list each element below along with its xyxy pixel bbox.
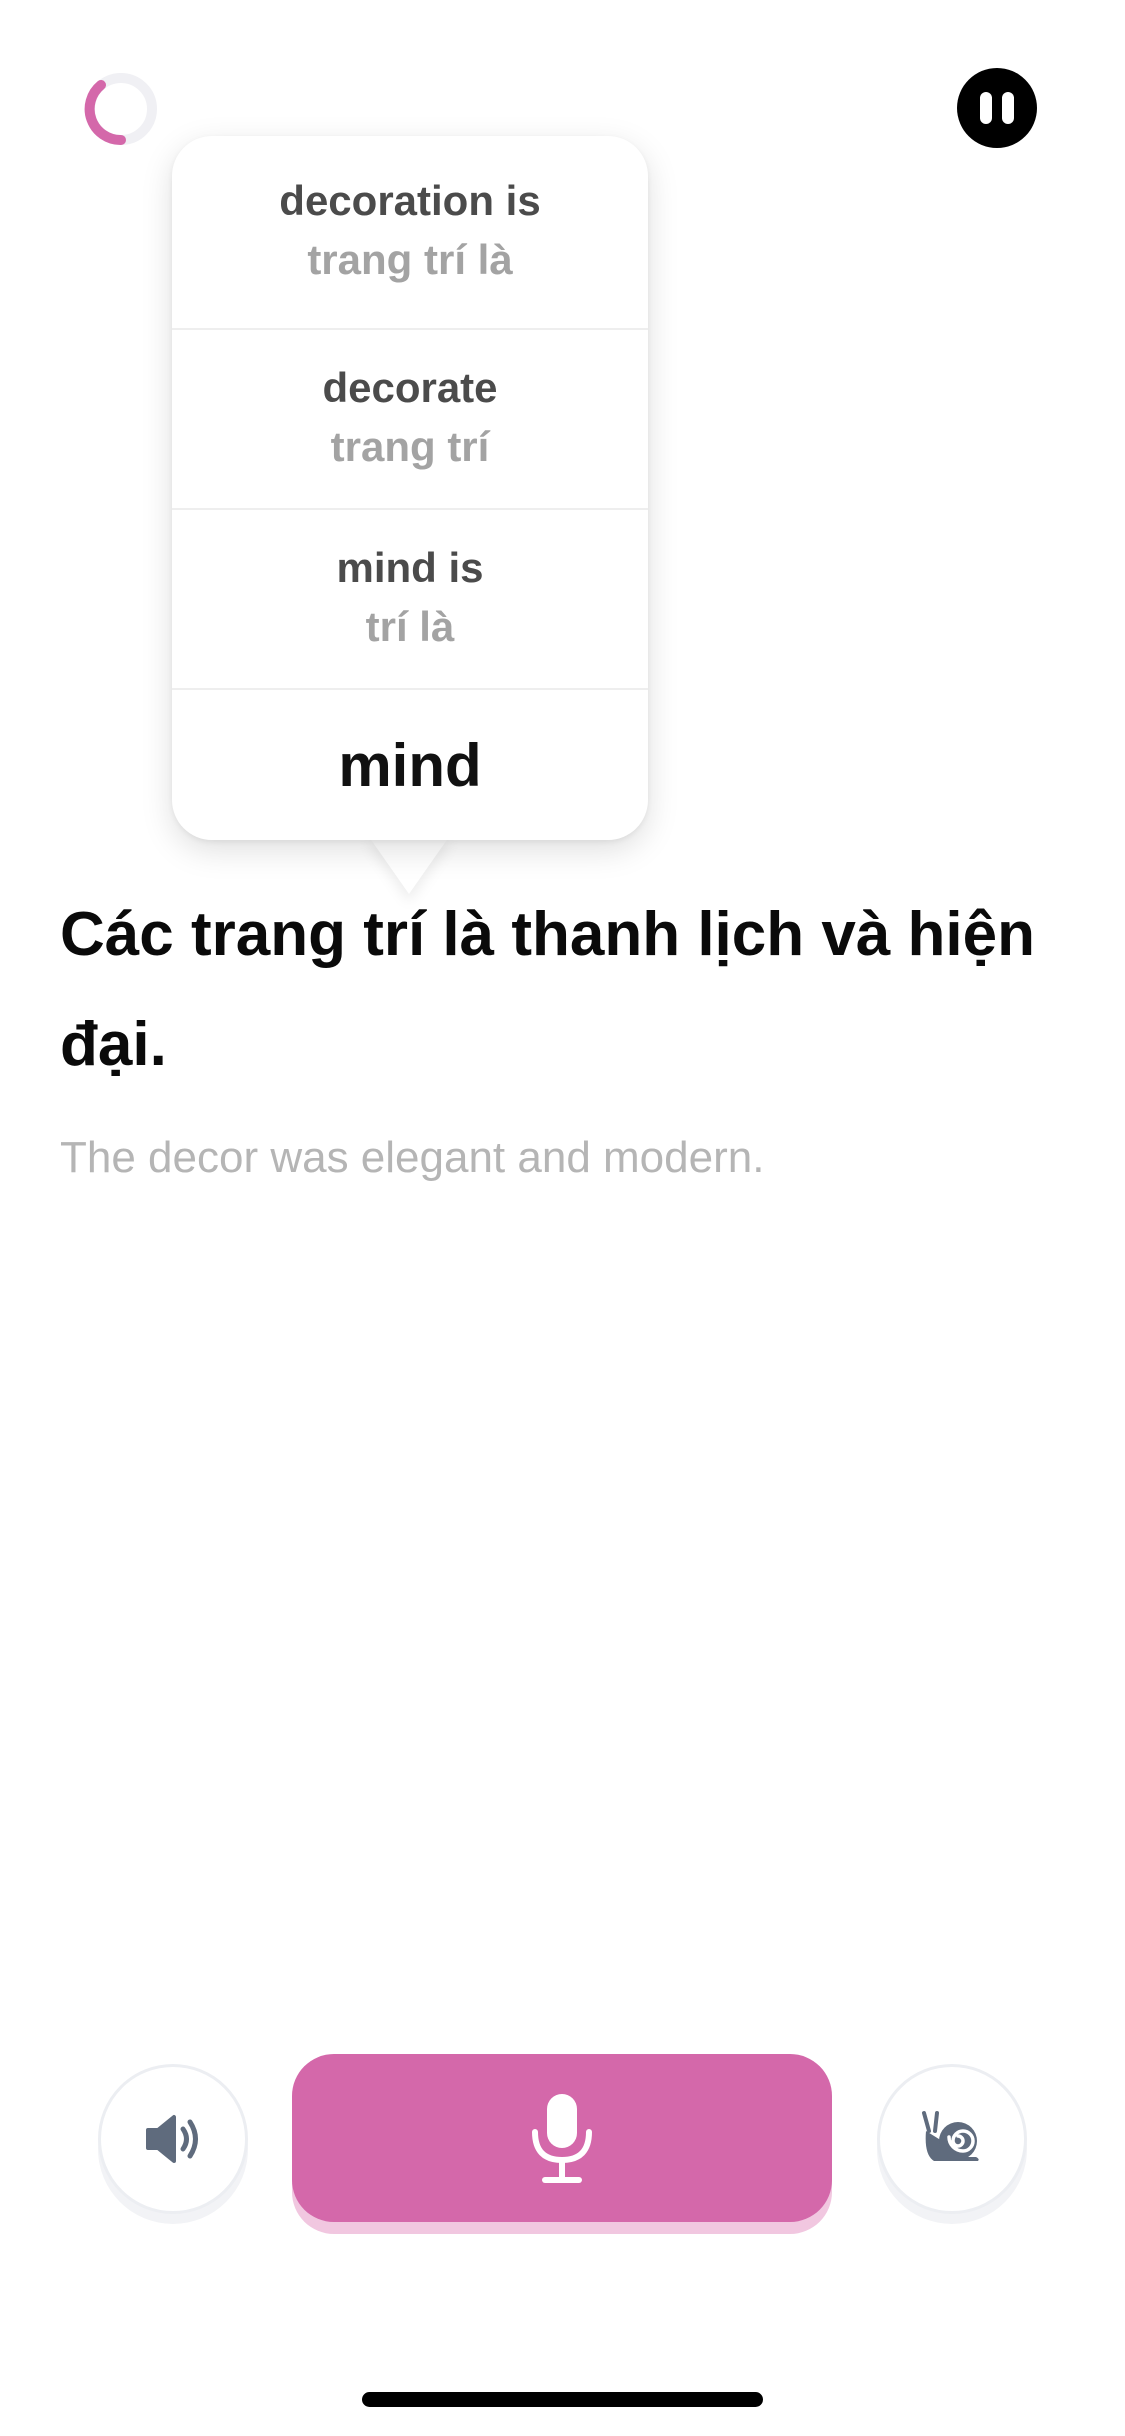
- word-choice-popup: decoration is trang trí là decorate tran…: [172, 136, 648, 840]
- target-sentence[interactable]: Các trang trí là thanh lịch và hiện đại.: [60, 880, 1080, 1100]
- snail-icon: [922, 2111, 979, 2161]
- speaker-icon: [146, 2115, 198, 2163]
- speaker-button[interactable]: [98, 2064, 248, 2214]
- record-button[interactable]: [292, 2054, 832, 2222]
- option-text: mind: [338, 731, 482, 799]
- option-text: decoration is: [279, 177, 541, 224]
- microphone-icon: [532, 2094, 592, 2183]
- pause-icon: [980, 92, 992, 124]
- option-text: decorate: [322, 364, 498, 411]
- popup-option-decoration-is[interactable]: decoration is trang trí là: [172, 136, 648, 328]
- option-translation: trang trí: [330, 423, 490, 470]
- popup-option-mind-is[interactable]: mind is trí là: [172, 510, 648, 688]
- progress-ring-icon: [82, 70, 160, 148]
- popup-option-decorate[interactable]: decorate trang trí: [172, 330, 648, 508]
- sentence-translation: The decor was elegant and modern.: [60, 1133, 765, 1182]
- option-translation: trí là: [365, 603, 455, 650]
- option-text: mind is: [336, 544, 484, 591]
- slow-playback-button[interactable]: [877, 2064, 1027, 2214]
- popup-option-mind[interactable]: mind: [172, 690, 648, 840]
- home-indicator: [362, 2392, 763, 2407]
- pause-button[interactable]: [957, 68, 1037, 148]
- option-translation: trang trí là: [307, 236, 513, 283]
